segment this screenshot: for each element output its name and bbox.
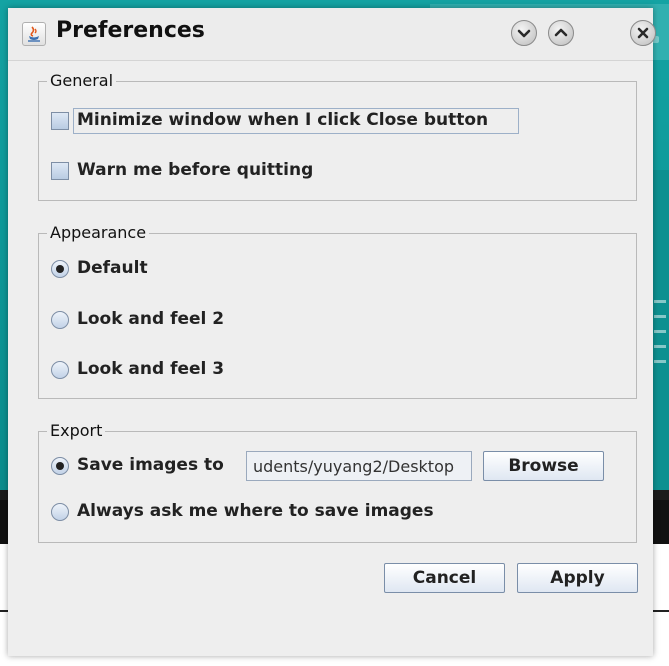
appearance-option-default[interactable]: Default (51, 257, 201, 281)
save-images-to-label: Save images to (77, 455, 224, 475)
minimize-button[interactable] (511, 20, 537, 46)
cancel-button[interactable]: Cancel (384, 563, 505, 593)
close-button[interactable] (630, 20, 656, 46)
dialog-title: Preferences (56, 18, 205, 43)
appearance-radio-default[interactable] (51, 260, 69, 278)
minimize-on-close-label: Minimize window when I click Close butto… (77, 110, 489, 130)
background-side-strip (652, 170, 669, 490)
appearance-label-look-and-feel-3: Look and feel 3 (77, 359, 225, 379)
save-images-to-radio[interactable] (51, 457, 69, 475)
appearance-legend: Appearance (47, 223, 150, 242)
minimize-on-close-checkbox[interactable] (51, 112, 69, 130)
appearance-option-look-and-feel-3[interactable]: Look and feel 3 (51, 358, 251, 382)
minimize-on-close-option[interactable]: Minimize window when I click Close butto… (51, 108, 519, 134)
always-ask-radio[interactable] (51, 503, 69, 521)
appearance-group: Appearance Default Look and feel 2 Look … (38, 223, 637, 399)
general-group: General Minimize window when I click Clo… (38, 71, 637, 201)
warn-before-quit-checkbox[interactable] (51, 162, 69, 180)
appearance-option-look-and-feel-2[interactable]: Look and feel 2 (51, 308, 251, 332)
maximize-button[interactable] (548, 20, 574, 46)
appearance-label-default: Default (77, 258, 148, 278)
appearance-radio-look-and-feel-3[interactable] (51, 361, 69, 379)
general-legend: General (47, 71, 117, 90)
always-ask-option[interactable]: Always ask me where to save images (51, 500, 451, 524)
chevron-up-icon (554, 28, 568, 37)
always-ask-label: Always ask me where to save images (77, 501, 434, 521)
export-group: Export Save images to Always ask me wher… (38, 421, 637, 543)
apply-button[interactable]: Apply (517, 563, 638, 593)
warn-before-quit-label: Warn me before quitting (77, 160, 314, 180)
preferences-dialog: Preferences General Minimize window when… (8, 8, 656, 656)
close-icon (637, 27, 649, 39)
java-app-icon (22, 22, 46, 46)
browse-button[interactable]: Browse (483, 451, 604, 481)
warn-before-quit-option[interactable]: Warn me before quitting (51, 159, 351, 183)
export-legend: Export (47, 421, 106, 440)
chevron-down-icon (517, 29, 531, 38)
appearance-radio-look-and-feel-2[interactable] (51, 311, 69, 329)
appearance-label-look-and-feel-2: Look and feel 2 (77, 309, 225, 329)
save-images-to-option[interactable]: Save images to (51, 454, 236, 478)
title-bar[interactable]: Preferences (8, 8, 656, 61)
save-path-field[interactable]: udents/yuyang2/Desktop (246, 451, 472, 481)
